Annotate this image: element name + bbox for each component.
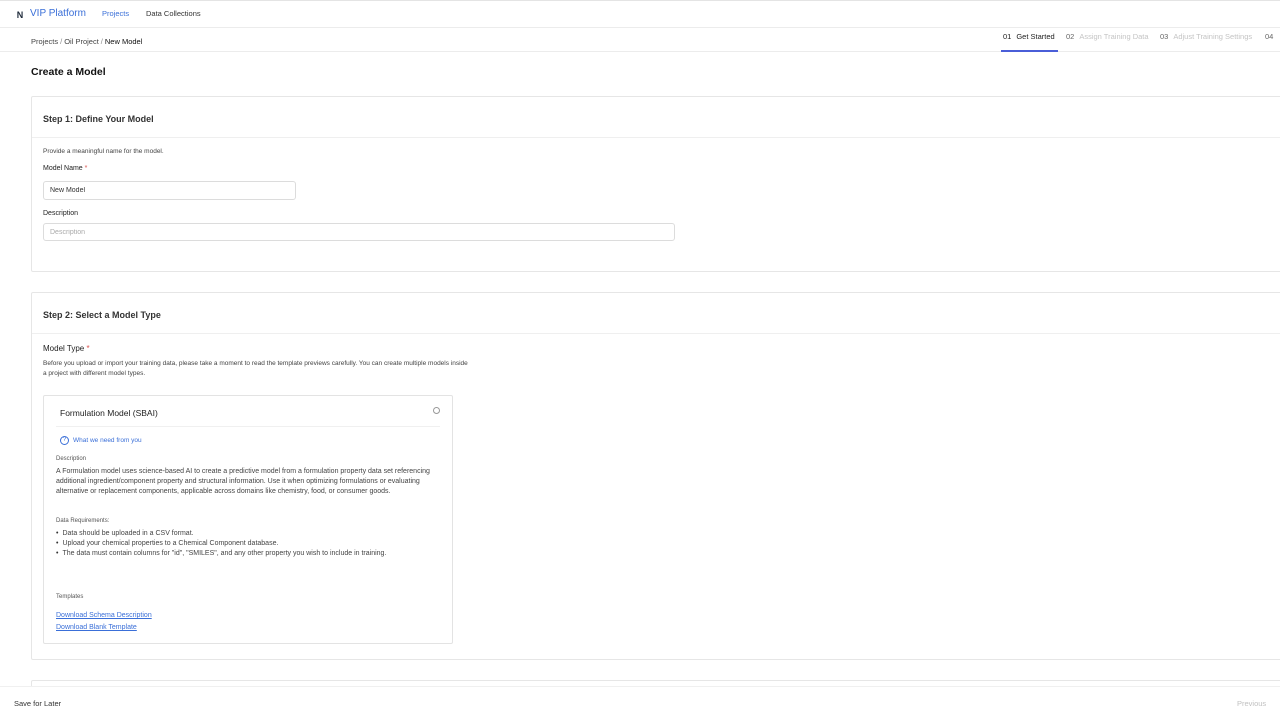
previous-button[interactable]: Previous: [1237, 699, 1266, 708]
step2-title: Step 2: Select a Model Type: [43, 310, 161, 320]
radio-button[interactable]: [433, 407, 440, 414]
breadcrumb-projects[interactable]: Projects: [31, 37, 58, 46]
data-requirements-list: Data should be uploaded in a CSV format.…: [56, 529, 446, 559]
breadcrumb-separator: /: [60, 37, 63, 46]
top-nav-bar: N VIP Platform Projects Data Collections: [0, 0, 1280, 28]
description-input[interactable]: [43, 223, 675, 241]
step-number: 04: [1265, 32, 1274, 41]
model-type-description: A Formulation model uses science-based A…: [56, 468, 430, 495]
model-name-label-text: Model Name: [43, 165, 83, 172]
step-number: 01: [1003, 32, 1012, 41]
model-name-label: Model Name *: [43, 165, 87, 172]
model-type-intro: Before you upload or import your trainin…: [43, 360, 468, 377]
logo-icon[interactable]: N: [14, 9, 26, 21]
description-label: Description: [43, 210, 79, 217]
step-number: 03: [1160, 32, 1169, 41]
active-step-indicator: [1001, 50, 1058, 52]
model-type-option-formulation[interactable]: Formulation Model (SBAI) ? What we need f…: [43, 395, 453, 644]
app-name[interactable]: VIP Platform: [30, 8, 86, 19]
step2-card: Step 2: Select a Model Type Model Type *…: [31, 292, 1280, 660]
description-section-label: Description: [56, 456, 87, 462]
wizard-step-assign-training-data[interactable]: 02 Assign Training Data: [1066, 32, 1149, 41]
step1-title: Step 1: Define Your Model: [43, 114, 154, 124]
list-item: Data should be uploaded in a CSV format.: [56, 529, 446, 539]
list-item: Upload your chemical properties to a Che…: [56, 539, 446, 549]
templates-label: Templates: [56, 594, 84, 600]
breadcrumb-oil-project[interactable]: Oil Project: [64, 37, 99, 46]
model-type-label: Model Type *: [43, 344, 90, 353]
breadcrumb-current: New Model: [104, 37, 143, 46]
what-we-need-text: What we need from you: [73, 437, 142, 445]
model-type-title: Formulation Model (SBAI): [60, 408, 158, 418]
required-mark: *: [84, 165, 88, 172]
nav-data-collections[interactable]: Data Collections: [146, 9, 201, 18]
model-type-label-text: Model Type: [43, 344, 85, 353]
divider: [56, 426, 440, 427]
divider: [32, 137, 1280, 138]
wizard-step-4[interactable]: 04: [1265, 32, 1278, 41]
list-item: The data must contain columns for "id", …: [56, 549, 446, 559]
step-number: 02: [1066, 32, 1075, 41]
save-for-later-button[interactable]: Save for Later: [14, 699, 61, 708]
help-circle-icon: ?: [60, 436, 69, 445]
required-mark: *: [86, 344, 90, 353]
step1-helper-text: Provide a meaningful name for the model.: [43, 148, 164, 155]
breadcrumb-separator: /: [100, 37, 103, 46]
divider: [32, 333, 1280, 334]
wizard-step-adjust-training-settings[interactable]: 03 Adjust Training Settings: [1160, 32, 1252, 41]
download-schema-link[interactable]: Download Schema Description: [56, 612, 152, 619]
breadcrumb: Projects / Oil Project / New Model: [31, 37, 142, 46]
data-requirements-label: Data Requirements:: [56, 518, 110, 524]
model-name-input[interactable]: [43, 181, 296, 200]
step-label: Adjust Training Settings: [1173, 32, 1253, 41]
step-label: Assign Training Data: [1079, 32, 1149, 41]
step-label: Get Started: [1016, 32, 1055, 41]
nav-projects[interactable]: Projects: [102, 9, 129, 18]
step1-card: Step 1: Define Your Model Provide a mean…: [31, 96, 1280, 272]
wizard-step-get-started[interactable]: 01 Get Started: [1003, 32, 1055, 41]
page-title: Create a Model: [31, 66, 106, 78]
sub-header: Projects / Oil Project / New Model 01 Get Sta…: [0, 28, 1280, 52]
what-we-need-link[interactable]: ? What we need from you: [60, 436, 142, 445]
footer-bar: Save for Later Previous: [0, 686, 1280, 720]
download-template-link[interactable]: Download Blank Template: [56, 624, 137, 631]
